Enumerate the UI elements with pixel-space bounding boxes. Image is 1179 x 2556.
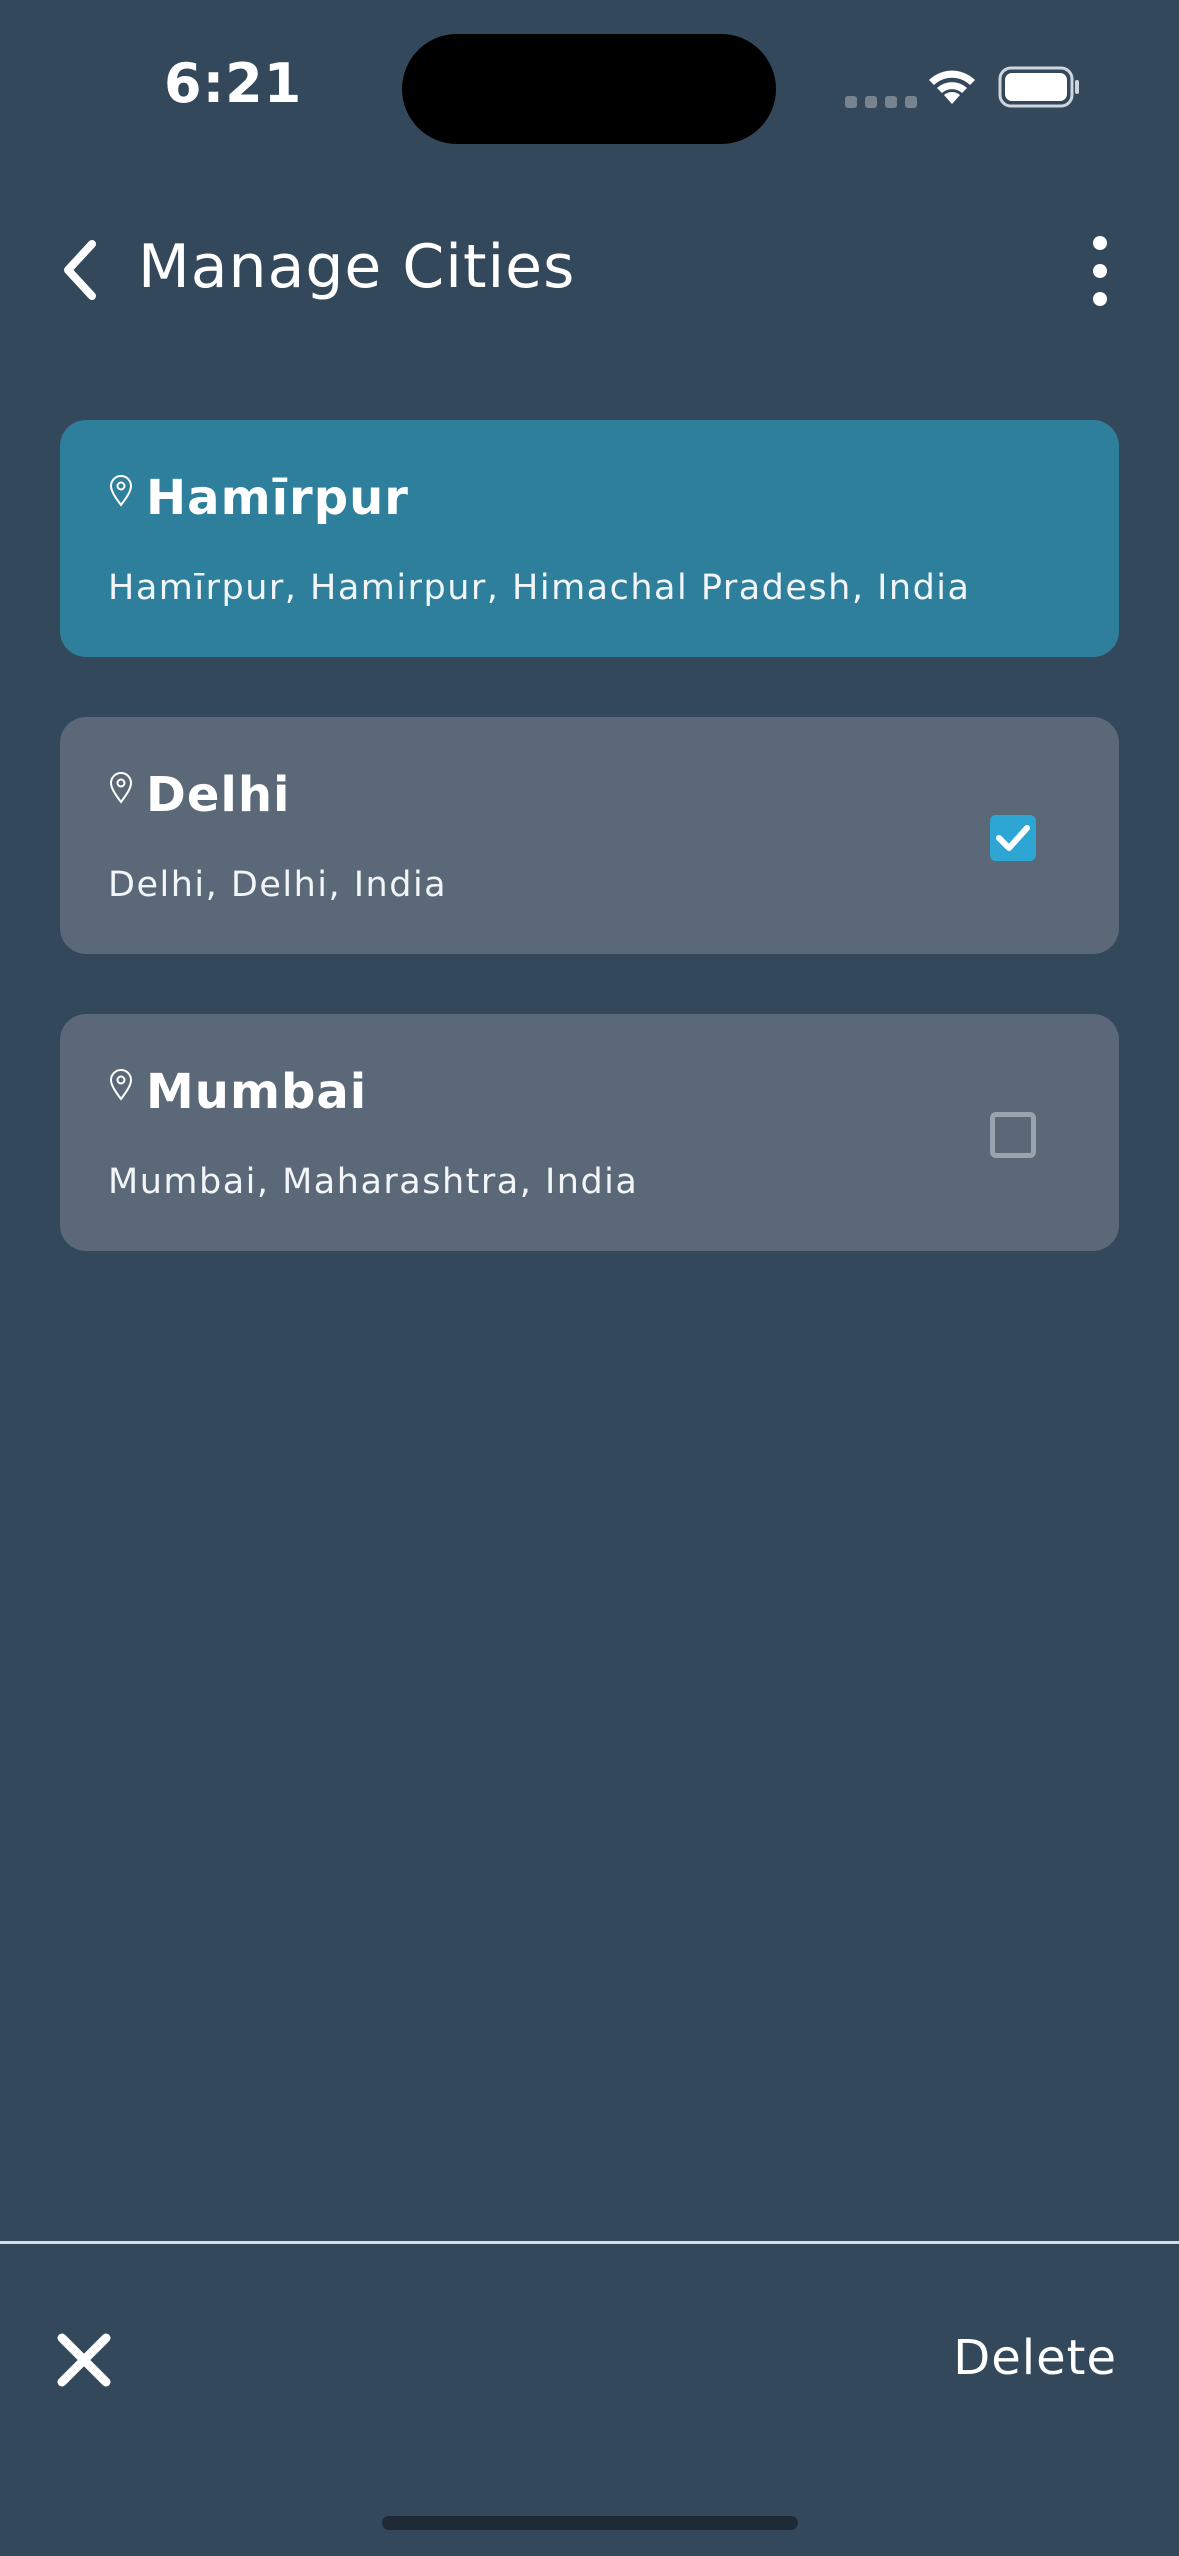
bottom-bar-divider — [0, 2241, 1179, 2244]
location-pin-icon — [109, 772, 133, 804]
city-checkbox-delhi[interactable] — [990, 815, 1036, 861]
location-pin-icon — [109, 1069, 133, 1101]
cellular-signal-icon — [845, 96, 917, 108]
battery-icon — [998, 66, 1079, 108]
status-time: 6:21 — [164, 52, 303, 115]
close-icon — [57, 2333, 111, 2387]
app-bar: Manage Cities — [0, 200, 1179, 340]
home-indicator[interactable] — [382, 2516, 798, 2530]
location-pin-icon — [109, 475, 133, 507]
city-details: Mumbai, Maharashtra, India — [108, 1162, 639, 1202]
back-button[interactable] — [50, 230, 110, 310]
dynamic-island — [402, 34, 776, 144]
city-checkbox-mumbai[interactable] — [990, 1112, 1036, 1158]
city-card-hamirpur[interactable]: Hamīrpur Hamīrpur, Hamirpur, Himachal Pr… — [60, 420, 1119, 657]
page-title: Manage Cities — [138, 232, 576, 302]
chevron-left-icon — [64, 240, 96, 300]
city-details: Hamīrpur, Hamirpur, Himachal Pradesh, In… — [108, 568, 971, 608]
more-options-button[interactable] — [1080, 236, 1120, 306]
city-name: Hamīrpur — [146, 470, 409, 526]
delete-button[interactable]: Delete — [953, 2330, 1117, 2386]
wifi-icon — [929, 70, 975, 104]
status-bar: 6:21 — [0, 0, 1179, 180]
city-name: Mumbai — [146, 1064, 368, 1120]
checkmark-icon — [996, 825, 1030, 851]
city-card-mumbai[interactable]: Mumbai Mumbai, Maharashtra, India — [60, 1014, 1119, 1251]
city-name: Delhi — [146, 767, 291, 823]
city-card-delhi[interactable]: Delhi Delhi, Delhi, India — [60, 717, 1119, 954]
city-details: Delhi, Delhi, India — [108, 865, 448, 905]
more-vertical-icon — [1093, 236, 1107, 250]
close-button[interactable] — [54, 2330, 114, 2390]
